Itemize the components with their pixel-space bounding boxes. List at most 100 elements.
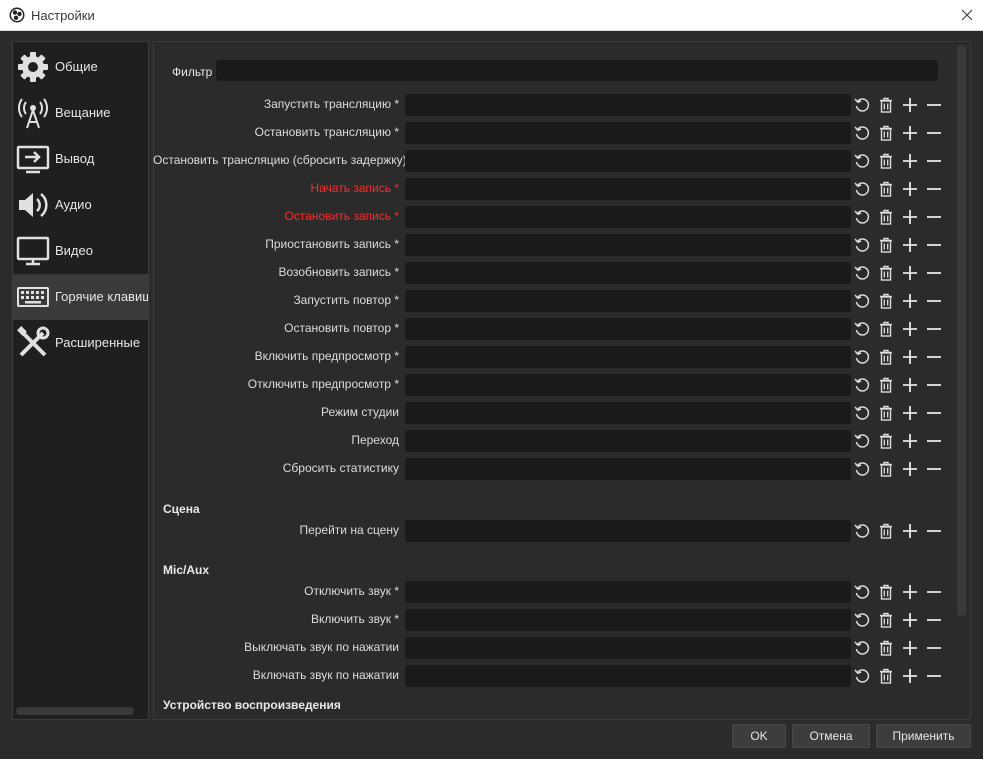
add-button[interactable] bbox=[901, 667, 919, 685]
revert-button[interactable] bbox=[853, 180, 871, 198]
remove-button[interactable] bbox=[925, 639, 943, 657]
clear-button[interactable] bbox=[877, 376, 895, 394]
add-button[interactable] bbox=[901, 611, 919, 629]
hotkey-input[interactable] bbox=[405, 374, 851, 396]
remove-button[interactable] bbox=[925, 264, 943, 282]
revert-button[interactable] bbox=[853, 124, 871, 142]
clear-button[interactable] bbox=[877, 180, 895, 198]
revert-button[interactable] bbox=[853, 292, 871, 310]
sidebar-item-audio[interactable]: Аудио bbox=[13, 182, 148, 228]
add-button[interactable] bbox=[901, 124, 919, 142]
sidebar-item-advanced[interactable]: Расширенные bbox=[13, 320, 148, 366]
remove-button[interactable] bbox=[925, 292, 943, 310]
hotkey-input[interactable] bbox=[405, 122, 851, 144]
hotkey-input[interactable] bbox=[405, 520, 851, 542]
revert-button[interactable] bbox=[853, 236, 871, 254]
clear-button[interactable] bbox=[877, 236, 895, 254]
filter-input[interactable] bbox=[216, 60, 938, 81]
clear-button[interactable] bbox=[877, 124, 895, 142]
add-button[interactable] bbox=[901, 583, 919, 601]
revert-button[interactable] bbox=[853, 320, 871, 338]
remove-button[interactable] bbox=[925, 432, 943, 450]
sidebar-item-video[interactable]: Видео bbox=[13, 228, 148, 274]
clear-button[interactable] bbox=[877, 432, 895, 450]
remove-button[interactable] bbox=[925, 320, 943, 338]
remove-button[interactable] bbox=[925, 96, 943, 114]
hotkey-input[interactable] bbox=[405, 318, 851, 340]
remove-button[interactable] bbox=[925, 124, 943, 142]
remove-button[interactable] bbox=[925, 180, 943, 198]
ok-button[interactable]: OK bbox=[732, 724, 786, 748]
add-button[interactable] bbox=[901, 292, 919, 310]
hotkey-input[interactable] bbox=[405, 402, 851, 424]
remove-button[interactable] bbox=[925, 348, 943, 366]
hotkey-input[interactable] bbox=[405, 290, 851, 312]
hotkey-input[interactable] bbox=[405, 665, 851, 687]
revert-button[interactable] bbox=[853, 522, 871, 540]
add-button[interactable] bbox=[901, 460, 919, 478]
clear-button[interactable] bbox=[877, 96, 895, 114]
remove-button[interactable] bbox=[925, 583, 943, 601]
add-button[interactable] bbox=[901, 236, 919, 254]
clear-button[interactable] bbox=[877, 208, 895, 226]
remove-button[interactable] bbox=[925, 376, 943, 394]
revert-button[interactable] bbox=[853, 639, 871, 657]
hotkey-input[interactable] bbox=[405, 581, 851, 603]
clear-button[interactable] bbox=[877, 583, 895, 601]
hotkey-input[interactable] bbox=[405, 637, 851, 659]
clear-button[interactable] bbox=[877, 152, 895, 170]
remove-button[interactable] bbox=[925, 611, 943, 629]
add-button[interactable] bbox=[901, 180, 919, 198]
clear-button[interactable] bbox=[877, 264, 895, 282]
remove-button[interactable] bbox=[925, 667, 943, 685]
add-button[interactable] bbox=[901, 348, 919, 366]
remove-button[interactable] bbox=[925, 236, 943, 254]
hotkey-input[interactable] bbox=[405, 94, 851, 116]
clear-button[interactable] bbox=[877, 292, 895, 310]
remove-button[interactable] bbox=[925, 460, 943, 478]
revert-button[interactable] bbox=[853, 404, 871, 422]
sidebar-item-general[interactable]: Общие bbox=[13, 44, 148, 90]
hotkey-input[interactable] bbox=[405, 234, 851, 256]
hotkey-input[interactable] bbox=[405, 206, 851, 228]
revert-button[interactable] bbox=[853, 208, 871, 226]
add-button[interactable] bbox=[901, 96, 919, 114]
remove-button[interactable] bbox=[925, 208, 943, 226]
sidebar-item-hotkeys[interactable]: Горячие клавиш bbox=[13, 274, 148, 320]
cancel-button[interactable]: Отмена bbox=[792, 724, 870, 748]
remove-button[interactable] bbox=[925, 152, 943, 170]
revert-button[interactable] bbox=[853, 348, 871, 366]
add-button[interactable] bbox=[901, 376, 919, 394]
revert-button[interactable] bbox=[853, 611, 871, 629]
revert-button[interactable] bbox=[853, 432, 871, 450]
hotkey-input[interactable] bbox=[405, 346, 851, 368]
revert-button[interactable] bbox=[853, 583, 871, 601]
clear-button[interactable] bbox=[877, 522, 895, 540]
clear-button[interactable] bbox=[877, 667, 895, 685]
add-button[interactable] bbox=[901, 432, 919, 450]
revert-button[interactable] bbox=[853, 667, 871, 685]
add-button[interactable] bbox=[901, 208, 919, 226]
sidebar-item-output[interactable]: Вывод bbox=[13, 136, 148, 182]
add-button[interactable] bbox=[901, 522, 919, 540]
vertical-scrollbar[interactable] bbox=[957, 45, 966, 616]
revert-button[interactable] bbox=[853, 152, 871, 170]
clear-button[interactable] bbox=[877, 404, 895, 422]
add-button[interactable] bbox=[901, 152, 919, 170]
add-button[interactable] bbox=[901, 320, 919, 338]
remove-button[interactable] bbox=[925, 522, 943, 540]
revert-button[interactable] bbox=[853, 264, 871, 282]
sidebar-scrollbar[interactable] bbox=[16, 707, 134, 715]
revert-button[interactable] bbox=[853, 376, 871, 394]
add-button[interactable] bbox=[901, 639, 919, 657]
remove-button[interactable] bbox=[925, 404, 943, 422]
hotkey-input[interactable] bbox=[405, 150, 851, 172]
sidebar-item-stream[interactable]: Вещание bbox=[13, 90, 148, 136]
clear-button[interactable] bbox=[877, 460, 895, 478]
clear-button[interactable] bbox=[877, 611, 895, 629]
hotkey-input[interactable] bbox=[405, 178, 851, 200]
revert-button[interactable] bbox=[853, 460, 871, 478]
clear-button[interactable] bbox=[877, 639, 895, 657]
hotkey-input[interactable] bbox=[405, 262, 851, 284]
hotkey-input[interactable] bbox=[405, 609, 851, 631]
